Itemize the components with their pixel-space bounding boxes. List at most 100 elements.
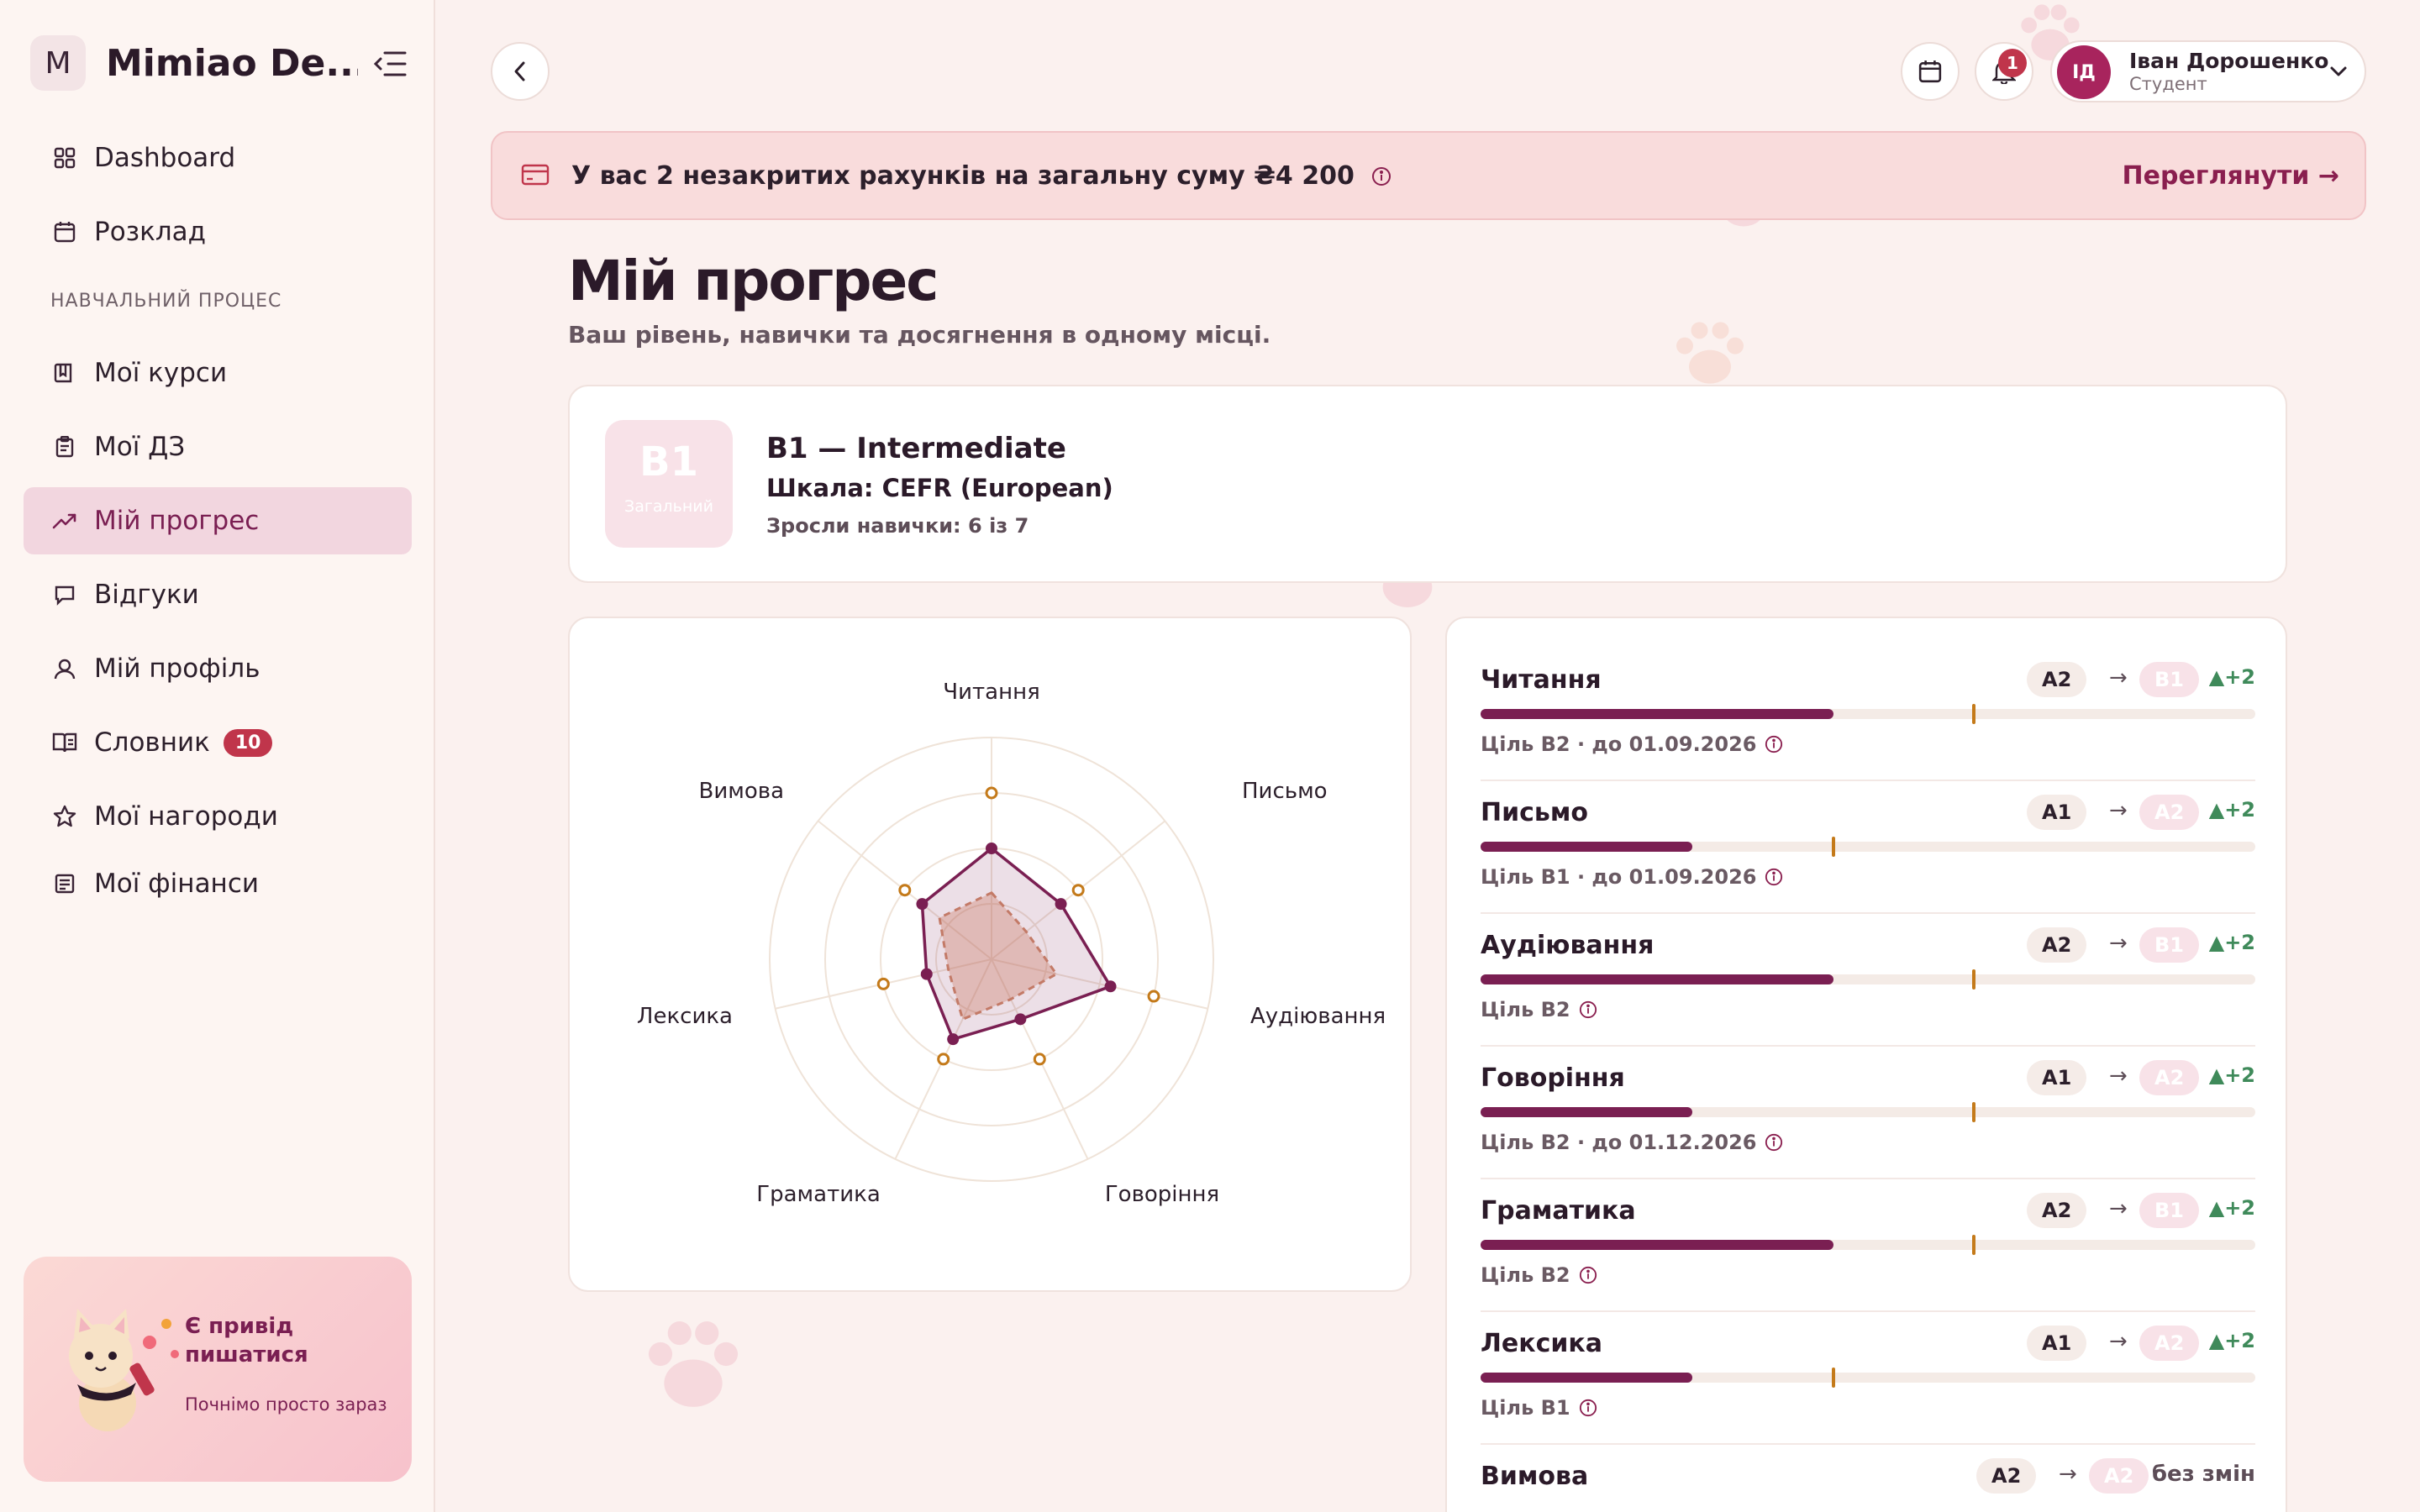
page-title: Мій прогрес (568, 249, 939, 313)
level-from-badge: A1 (2027, 1060, 2087, 1095)
progress-track (1481, 969, 2255, 990)
sidebar-item-label: Словник (94, 727, 210, 758)
star-icon (52, 804, 77, 829)
user-icon (52, 656, 77, 681)
skill-row: Читання A2 → B1 ▲+2 Ціль B2 · до 01.09.2026 (1481, 648, 2255, 781)
collapse-sidebar-button[interactable] (371, 45, 408, 82)
sidebar: M Mimiao De... Dashboard Розклад НАВЧАЛЬ… (0, 0, 435, 1512)
promo-subtitle: Почнімо просто зараз (185, 1394, 387, 1415)
radar-point-current (916, 898, 929, 911)
skill-row: Аудіювання A2 → B1 ▲+2 Ціль B2 (1481, 914, 2255, 1047)
radar-chart-card: Читання Письмо Аудіювання Говоріння Граматик… (568, 617, 1412, 1292)
level-delta: ▲+2 (2208, 1196, 2255, 1220)
skill-row: Вимова A2 → A2 без змін (1481, 1445, 2255, 1512)
target-marker (1831, 1368, 1835, 1388)
sidebar-item-homework[interactable]: Мої ДЗ (24, 413, 412, 480)
notification-count-badge: 1 (1998, 49, 2027, 77)
level-from-badge: A2 (2027, 927, 2087, 963)
sidebar-item-finances[interactable]: Мої фінанси (24, 850, 412, 917)
message-icon (52, 582, 77, 607)
sidebar-item-my-courses[interactable]: Мої курси (24, 339, 412, 407)
level-to-badge: A2 (2139, 1060, 2200, 1095)
skill-goal: Ціль B2 (1481, 1263, 1597, 1287)
skill-name: Граматика (1481, 1196, 1636, 1226)
dictionary-count-badge: 10 (223, 728, 273, 757)
back-button[interactable] (491, 42, 550, 101)
menu-collapse-icon (373, 51, 407, 76)
target-marker (1972, 969, 1976, 990)
skill-name: Аудіювання (1481, 931, 1655, 960)
level-badge-label: Загальний (624, 497, 713, 516)
receipt-icon (52, 871, 77, 896)
sidebar-item-dashboard[interactable]: Dashboard (24, 124, 412, 192)
radar-axis-label: Вимова (698, 779, 784, 804)
skill-goal: Ціль B2 · до 01.09.2026 (1481, 732, 1783, 756)
view-invoices-link[interactable]: Переглянути → (2123, 161, 2339, 191)
radar-point-target (1033, 1053, 1046, 1066)
level-to-badge: A2 (2089, 1458, 2149, 1494)
book-icon (52, 360, 77, 386)
trending-up-icon (52, 508, 77, 533)
user-role: Студент (2129, 74, 2207, 94)
paw-decoration-icon (648, 1321, 739, 1407)
skill-goal: Ціль B1 (1481, 1396, 1597, 1420)
info-icon[interactable] (1579, 1399, 1597, 1417)
skill-name: Говоріння (1481, 1063, 1625, 1093)
level-to-badge: B1 (2139, 1193, 2199, 1228)
progress-fill (1481, 1240, 1833, 1250)
sidebar-item-reviews[interactable]: Відгуки (24, 561, 412, 628)
level-from-badge: A2 (2027, 662, 2087, 697)
sidebar-item-label: Мій профіль (94, 654, 260, 684)
notifications-button[interactable]: 1 (1975, 42, 2033, 101)
radar-point-current (920, 968, 933, 980)
level-delta: ▲+2 (2208, 798, 2255, 822)
promo-card[interactable]: Є привід пишатися Почнімо просто зараз (24, 1257, 412, 1482)
sidebar-item-label: Мої фінанси (94, 869, 260, 899)
progress-fill (1481, 842, 1692, 852)
level-to-badge: B1 (2139, 662, 2199, 697)
arrow-right-icon: → (2109, 665, 2128, 690)
level-from-badge: A2 (2027, 1193, 2087, 1228)
level-scale: Шкала: CEFR (European) (766, 474, 1113, 502)
radar-point-target (876, 977, 890, 990)
progress-track (1481, 1368, 2255, 1388)
info-icon[interactable] (1371, 166, 1392, 186)
app-name: Mimiao De... (106, 41, 358, 85)
info-icon[interactable] (1579, 1000, 1597, 1019)
sidebar-item-schedule[interactable]: Розклад (24, 198, 412, 265)
info-icon[interactable] (1765, 735, 1783, 753)
sidebar-item-label: Розклад (94, 217, 207, 247)
chevron-down-icon (2330, 66, 2347, 76)
user-menu[interactable]: ІД Іван Дорошенко Студент (2050, 40, 2366, 102)
sidebar-item-label: Мої нагороди (94, 801, 278, 832)
unpaid-invoices-banner: У вас 2 незакритих рахунків на загальну … (491, 131, 2366, 220)
info-icon[interactable] (1765, 868, 1783, 886)
level-from-badge: A1 (2027, 795, 2087, 830)
info-icon[interactable] (1765, 1133, 1783, 1152)
sidebar-item-label: Мої курси (94, 358, 228, 388)
sidebar-item-dictionary[interactable]: Словник 10 (24, 709, 412, 776)
progress-track (1481, 1102, 2255, 1122)
logo[interactable]: M (30, 35, 86, 91)
calendar-button[interactable] (1901, 42, 1960, 101)
radar-point-target (985, 786, 998, 800)
level-delta: ▲+2 (2208, 931, 2255, 954)
sidebar-item-label: Мої ДЗ (94, 432, 186, 462)
level-delta: ▲+2 (2208, 1063, 2255, 1087)
radar-point-current (947, 1033, 960, 1046)
credit-card-icon (521, 164, 550, 186)
level-to-badge: A2 (2139, 795, 2200, 830)
sidebar-item-awards[interactable]: Мої нагороди (24, 783, 412, 850)
dictionary-icon (52, 730, 77, 755)
clipboard-icon (52, 434, 77, 459)
arrow-right-icon: → (2109, 931, 2128, 956)
sidebar-item-my-progress[interactable]: Мій прогрес (24, 487, 412, 554)
skill-row: Лексика A1 → A2 ▲+2 Ціль B1 (1481, 1312, 2255, 1445)
user-name: Іван Дорошенко (2129, 49, 2329, 73)
level-to-badge: B1 (2139, 927, 2199, 963)
info-icon[interactable] (1579, 1266, 1597, 1284)
sidebar-item-my-profile[interactable]: Мій профіль (24, 635, 412, 702)
progress-fill (1481, 974, 1833, 984)
banner-text: У вас 2 незакритих рахунків на загальну … (571, 161, 1392, 191)
radar-axis-label: Письмо (1242, 779, 1328, 804)
